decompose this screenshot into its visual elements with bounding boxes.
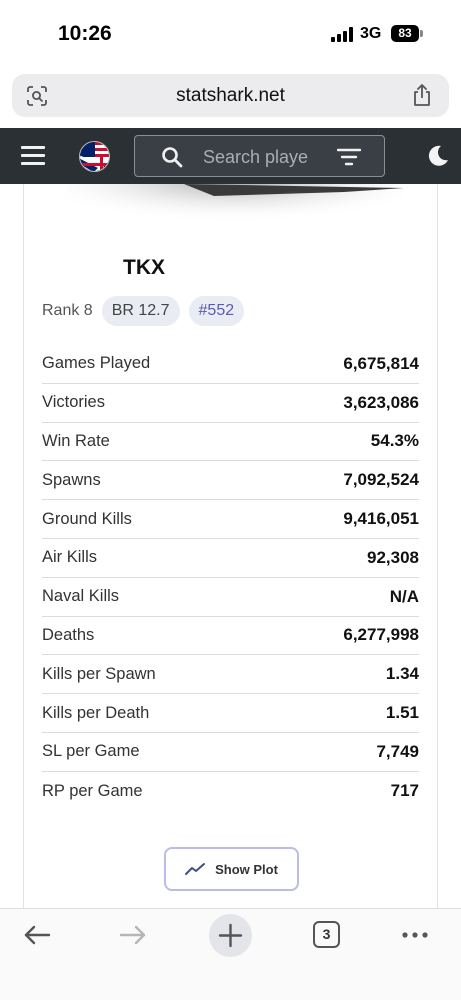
stat-label: SL per Game — [42, 742, 140, 761]
stat-label: Victories — [42, 393, 105, 412]
stat-label: RP per Game — [42, 781, 143, 800]
status-bar: 10:26 3G 83 — [0, 0, 461, 66]
vehicle-image — [64, 184, 404, 230]
browser-toolbar: 3 — [0, 908, 461, 1000]
stat-value: 92,308 — [367, 547, 419, 567]
stat-value: 6,675,814 — [343, 353, 419, 373]
stat-row: Kills per Death 1.51 — [42, 694, 419, 733]
stat-label: Air Kills — [42, 548, 98, 567]
stats-table: Games Played 6,675,814 Victories 3,623,086… — [42, 345, 419, 811]
tabs-button[interactable]: 3 — [313, 921, 340, 948]
hamburger-menu-icon[interactable] — [21, 146, 45, 165]
share-icon[interactable] — [411, 83, 433, 107]
moon-icon[interactable] — [425, 143, 451, 169]
stat-value: 54.3% — [370, 431, 419, 451]
stat-row: Naval Kills N/A — [42, 578, 419, 617]
vehicle-badges: Rank 8 BR 12.7 #552 — [42, 296, 253, 326]
stat-row: SL per Game 7,749 — [42, 733, 419, 772]
stat-label: Kills per Death — [42, 703, 150, 722]
new-tab-button[interactable] — [209, 914, 252, 957]
stat-label: Ground Kills — [42, 509, 132, 528]
url-text[interactable]: statshark.net — [12, 85, 449, 107]
trend-line-icon — [185, 863, 206, 875]
battery-icon: 83 — [391, 25, 419, 42]
stat-value: 1.51 — [385, 703, 419, 723]
vehicle-card: TKX Rank 8 BR 12.7 #552 Games Played 6,67… — [23, 184, 438, 908]
uk-usa-flag-icon[interactable] — [79, 141, 110, 172]
stat-value: 3,623,086 — [343, 392, 419, 412]
position-badge[interactable]: #552 — [188, 296, 245, 326]
stat-value: N/A — [389, 586, 419, 606]
stat-row: Win Rate 54.3% — [42, 423, 419, 462]
back-arrow-icon[interactable] — [23, 924, 51, 946]
stat-row: Spawns 7,092,524 — [42, 461, 419, 501]
stat-value: 9,416,051 — [343, 509, 419, 529]
network-type: 3G — [360, 25, 382, 42]
plus-icon — [218, 923, 243, 948]
rank-text: Rank 8 — [42, 302, 93, 319]
show-plot-label: Show Plot — [215, 861, 278, 877]
visual-lookup-icon[interactable] — [26, 85, 48, 107]
filter-icon[interactable] — [337, 148, 361, 166]
stat-label: Naval Kills — [42, 587, 120, 606]
stat-row: Kills per Spawn 1.34 — [42, 655, 419, 695]
stat-label: Spawns — [42, 470, 101, 489]
battle-rating-badge: BR 12.7 — [101, 296, 180, 326]
stat-row: Games Played 6,675,814 — [42, 345, 419, 384]
stat-label: Deaths — [42, 625, 95, 644]
stat-value: 7,749 — [376, 741, 419, 761]
stat-label: Win Rate — [42, 431, 110, 450]
forward-arrow-icon[interactable] — [119, 924, 147, 946]
stat-label: Games Played — [42, 354, 151, 373]
address-bar[interactable]: statshark.net — [12, 74, 449, 117]
status-time: 10:26 — [58, 22, 112, 45]
more-options-icon[interactable] — [401, 931, 429, 939]
search-icon[interactable] — [161, 146, 183, 168]
battery-tip — [420, 30, 423, 37]
cellular-signal-icon — [331, 27, 353, 42]
stat-row: Air Kills 92,308 — [42, 539, 419, 578]
stat-row: Deaths 6,277,998 — [42, 617, 419, 656]
stat-value: 6,277,998 — [343, 625, 419, 645]
player-search[interactable] — [134, 135, 385, 177]
vehicle-name: TKX — [123, 256, 165, 279]
stat-value: 7,092,524 — [343, 470, 419, 490]
stat-value: 1.34 — [385, 664, 419, 684]
stat-row: Ground Kills 9,416,051 — [42, 500, 419, 539]
stat-label: Kills per Spawn — [42, 664, 156, 683]
show-plot-button[interactable]: Show Plot — [164, 847, 299, 891]
stat-row: RP per Game 717 — [42, 772, 419, 811]
stat-row: Victories 3,623,086 — [42, 384, 419, 423]
search-input[interactable] — [203, 143, 323, 171]
stat-value: 717 — [390, 781, 419, 801]
site-navbar — [0, 128, 461, 184]
